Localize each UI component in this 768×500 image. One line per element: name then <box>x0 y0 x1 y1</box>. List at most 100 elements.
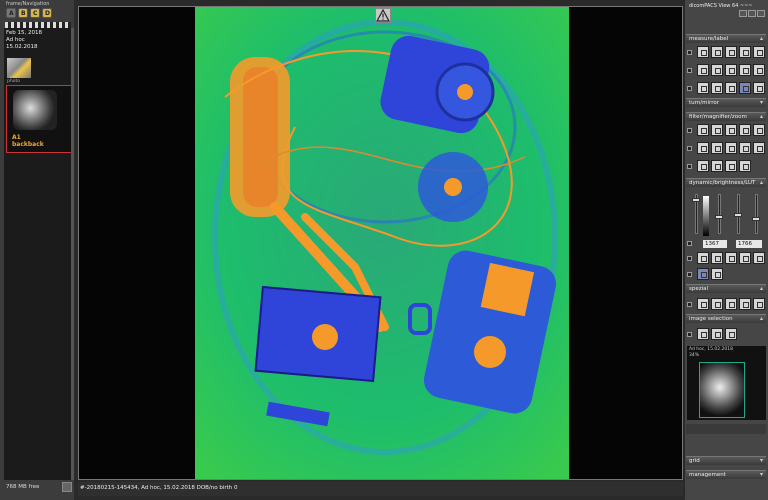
nav-button-a[interactable]: A <box>6 8 16 18</box>
text-tool[interactable] <box>739 46 751 58</box>
xray-image[interactable] <box>195 7 569 479</box>
spezial-checkbox[interactable] <box>687 302 692 307</box>
series-label: A1 backback <box>12 134 44 148</box>
filter-tool-4[interactable] <box>739 124 751 136</box>
contrast-slider-knob[interactable] <box>734 213 742 217</box>
curve-tool[interactable] <box>711 64 723 76</box>
patient-info: #-20180215-145434, Ad hoc, 15.02.2018 DO… <box>80 485 238 491</box>
magnifier-tool-4[interactable] <box>725 160 737 172</box>
image-viewer[interactable] <box>78 6 683 480</box>
lut-checkbox-1[interactable] <box>687 256 692 261</box>
section-spezial[interactable]: spezial ▴ <box>686 284 766 293</box>
section-image-selection[interactable]: image selection ▴ <box>686 314 766 323</box>
collapse-icon: ▴ <box>759 285 763 292</box>
photo-label: photo <box>7 79 20 84</box>
window-level-field[interactable]: 1766 <box>736 240 762 248</box>
window-slider-knob[interactable] <box>692 198 700 202</box>
circle-tool[interactable] <box>725 64 737 76</box>
gamma-slider-knob[interactable] <box>752 217 760 221</box>
spezial-tool-2[interactable] <box>711 298 723 310</box>
close-button[interactable] <box>757 10 765 17</box>
select-area-tool[interactable] <box>711 328 723 340</box>
navigation-buttons: A B C D <box>6 8 52 20</box>
polygon-tool[interactable] <box>753 64 765 76</box>
magnifier-tool-3[interactable] <box>711 160 723 172</box>
section-filter[interactable]: filter/magnifier/zoom ▴ <box>686 112 766 121</box>
settings-icon[interactable] <box>62 482 72 492</box>
filter-tool-3[interactable] <box>725 124 737 136</box>
spezial-tool-5[interactable] <box>753 298 765 310</box>
minimize-button[interactable] <box>739 10 747 17</box>
study-date: Feb 15, 2018 <box>6 30 42 36</box>
ruler-tool[interactable] <box>697 46 709 58</box>
photo-thumbnail[interactable] <box>7 58 31 78</box>
measure-checkbox-3[interactable] <box>687 86 692 91</box>
color-lut-tool[interactable] <box>697 268 709 280</box>
pan-tool[interactable] <box>753 142 765 154</box>
rectangle-tool[interactable] <box>725 46 737 58</box>
study-list-scrollbar[interactable] <box>71 28 74 480</box>
nav-button-b[interactable]: B <box>18 8 28 18</box>
square-tool[interactable] <box>725 82 737 94</box>
line-tool[interactable] <box>697 64 709 76</box>
filter-checkbox-2[interactable] <box>687 146 692 151</box>
overview-info: Ad hoc, 15.02.2018 34% <box>689 347 733 358</box>
nav-button-d[interactable]: D <box>42 8 52 18</box>
select-pointer-tool[interactable] <box>697 328 709 340</box>
arrow-tool[interactable] <box>753 46 765 58</box>
section-turn[interactable]: turn/mirror ▾ <box>686 98 766 107</box>
grid-filter-tool[interactable] <box>753 124 765 136</box>
magnifier-tool-5[interactable] <box>739 160 751 172</box>
undo-icon[interactable] <box>753 252 765 264</box>
spezial-tool-4[interactable] <box>739 298 751 310</box>
lut-tool-4[interactable] <box>739 252 751 264</box>
gray-lut-tool[interactable] <box>711 268 723 280</box>
filter-checkbox-1[interactable] <box>687 128 692 133</box>
fit-tool[interactable] <box>739 142 751 154</box>
nav-button-c[interactable]: C <box>30 8 40 18</box>
series-thumbnail[interactable]: A1 backback <box>6 85 72 153</box>
section-dynamic[interactable]: dynamic/brightness/LUT ▴ <box>686 178 766 187</box>
filter-checkbox-3[interactable] <box>687 164 692 169</box>
lut-checkbox-2[interactable] <box>687 272 692 277</box>
selection-checkbox[interactable] <box>687 332 692 337</box>
study-list[interactable]: Feb 15, 2018 Ad hoc 15.02.2018 photo A1 … <box>4 28 72 480</box>
maximize-button[interactable] <box>748 10 756 17</box>
collapse-icon: ▴ <box>759 315 763 322</box>
clock-tool[interactable] <box>739 82 751 94</box>
measure-checkbox-1[interactable] <box>687 50 692 55</box>
zoom-in-tool[interactable] <box>697 142 709 154</box>
brightness-slider-knob[interactable] <box>715 215 723 219</box>
filter-tool-2[interactable] <box>711 124 723 136</box>
pointer-tool[interactable] <box>711 82 723 94</box>
spezial-tool-3[interactable] <box>725 298 737 310</box>
spezial-tool-1[interactable] <box>697 298 709 310</box>
warning-icon[interactable] <box>375 8 391 23</box>
magnifier-tool-2[interactable] <box>697 160 709 172</box>
hand-tool[interactable] <box>697 82 709 94</box>
section-turn-label: turn/mirror <box>689 100 719 106</box>
pen-tool[interactable] <box>753 82 765 94</box>
study-info[interactable]: Feb 15, 2018 Ad hoc 15.02.2018 <box>6 30 42 51</box>
section-grid[interactable]: grid ▾ <box>686 456 766 465</box>
magnifier-tool[interactable] <box>725 142 737 154</box>
nav-button-c-label: C <box>33 10 38 17</box>
lut-tool-3[interactable] <box>725 252 737 264</box>
lut-tool-1[interactable] <box>697 252 709 264</box>
select-cross-tool[interactable] <box>725 328 737 340</box>
zoom-out-tool[interactable] <box>711 142 723 154</box>
angle-tool[interactable] <box>711 46 723 58</box>
measure-checkbox-2[interactable] <box>687 68 692 73</box>
window-checkbox[interactable] <box>687 241 692 246</box>
overview-image[interactable] <box>699 362 745 418</box>
ellipse-tool[interactable] <box>739 64 751 76</box>
window-width-field[interactable]: 1367 <box>703 240 727 248</box>
lut-tool-2[interactable] <box>711 252 723 264</box>
filter-tool-1[interactable] <box>697 124 709 136</box>
section-measure[interactable]: measure/label ▴ <box>686 34 766 43</box>
overview-zoom: 34% <box>689 352 700 358</box>
gamma-slider[interactable] <box>755 194 758 234</box>
section-management[interactable]: management ▾ <box>686 470 766 479</box>
overview-panel[interactable]: Ad hoc, 15.02.2018 34% <box>687 346 766 420</box>
brightness-slider[interactable] <box>718 194 721 234</box>
